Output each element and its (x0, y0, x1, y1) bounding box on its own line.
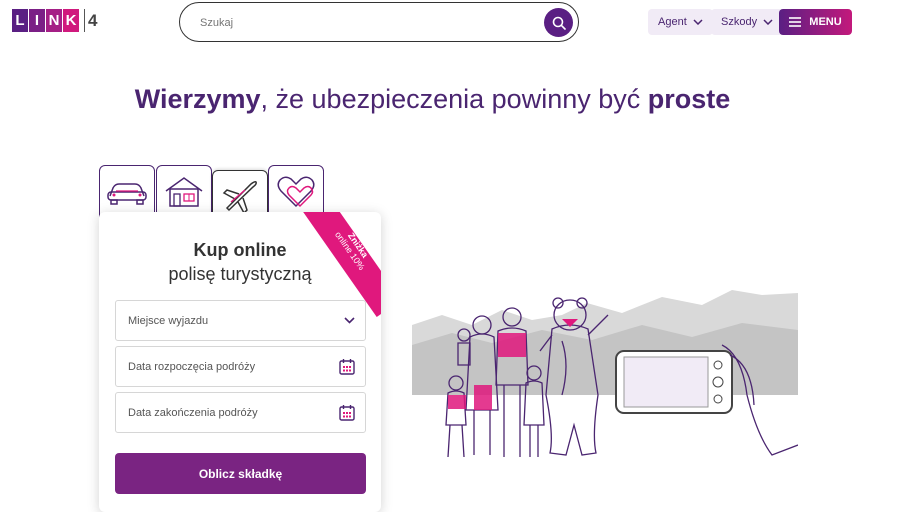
szkody-dropdown[interactable]: Szkody (711, 9, 784, 35)
tab-home-insurance[interactable] (156, 165, 212, 219)
agent-label: Agent (658, 16, 687, 28)
tab-life-insurance[interactable] (268, 165, 324, 219)
link4-logo[interactable]: L I N K 4 (12, 9, 97, 32)
logo-letter: N (46, 9, 62, 32)
purchase-card: Zniżka online 10% Kup online polisę tury… (99, 212, 381, 512)
szkody-label: Szkody (721, 16, 758, 28)
chevron-down-icon (763, 19, 773, 25)
calculate-premium-button[interactable]: Oblicz składkę (115, 453, 366, 494)
headline-bold-2: proste (647, 84, 731, 114)
hamburger-icon (789, 17, 802, 27)
logo-number: 4 (84, 9, 97, 32)
logo-letter: I (29, 9, 45, 32)
search-icon (552, 16, 566, 30)
logo-letter: L (12, 9, 28, 32)
header: L I N K 4 Agent Szkody MENU (0, 0, 901, 48)
search-button[interactable] (544, 8, 573, 37)
search-input[interactable] (200, 14, 520, 32)
destination-select[interactable]: Miejsce wyjazdu (115, 300, 366, 341)
destination-placeholder: Miejsce wyjazdu (128, 314, 209, 327)
end-date-field[interactable]: Data zakończenia podróży (115, 392, 366, 433)
start-date-field[interactable]: Data rozpoczęcia podróży (115, 346, 366, 387)
agent-dropdown[interactable]: Agent (648, 9, 713, 35)
page-headline: Wierzymy, że ubezpieczenia powinny być p… (0, 84, 865, 115)
menu-button[interactable]: MENU (779, 9, 852, 35)
chevron-down-icon (693, 19, 703, 25)
search-bar (179, 2, 579, 42)
headline-bold-1: Wierzymy (134, 84, 261, 114)
logo-letter: K (63, 9, 79, 32)
headline-middle: , że ubezpieczenia powinny być (260, 84, 648, 114)
chevron-down-icon (344, 317, 355, 324)
card-title: Kup online (193, 240, 287, 260)
calendar-icon (339, 405, 355, 421)
tab-car-insurance[interactable] (99, 165, 155, 219)
family-bear-illustration (412, 290, 798, 458)
house-icon (165, 177, 203, 207)
car-icon (107, 183, 147, 205)
plane-icon (222, 180, 257, 214)
start-date-placeholder: Data rozpoczęcia podróży (128, 360, 256, 373)
heart-icon (277, 176, 315, 208)
menu-label: MENU (809, 16, 842, 28)
end-date-placeholder: Data zakończenia podróży (128, 406, 258, 419)
calendar-icon (339, 359, 355, 375)
card-subtitle: polisę turystyczną (168, 264, 312, 284)
